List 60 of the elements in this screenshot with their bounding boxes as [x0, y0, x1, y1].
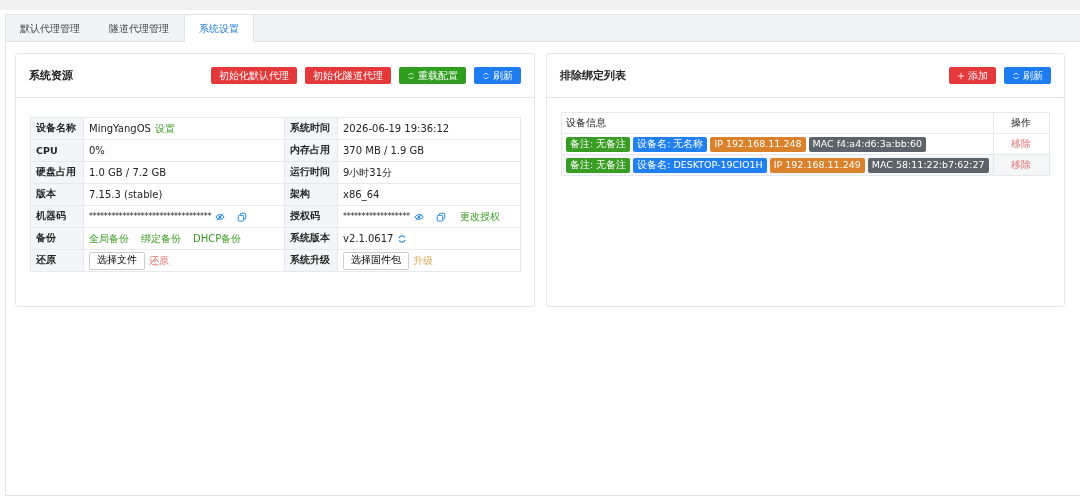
card-title: 系统资源: [29, 68, 73, 83]
column-header: 操作: [993, 112, 1050, 134]
field-label: 版本: [30, 183, 84, 206]
action-link[interactable]: 绑定备份: [141, 231, 181, 246]
action-link[interactable]: 还原: [149, 253, 169, 268]
field-value: 0%: [89, 145, 105, 156]
refresh-icon[interactable]: [397, 233, 408, 244]
action-link[interactable]: DHCP备份: [193, 231, 242, 246]
action-link[interactable]: 全局备份: [89, 231, 129, 246]
field-value: v2.1.0617: [343, 233, 394, 244]
card-title: 排除绑定列表: [560, 68, 626, 83]
copy-icon[interactable]: [237, 211, 248, 222]
file-picker-button[interactable]: 选择文件: [89, 251, 145, 270]
field-value: 7.15.3 (stable): [89, 189, 163, 200]
masked-value: *********************************: [89, 212, 212, 221]
copy-icon[interactable]: [435, 211, 446, 222]
field-value: x86_64: [343, 189, 380, 200]
field-value: 370 MB / 1.9 GB: [343, 145, 425, 156]
icon-button[interactable]: 添加: [949, 67, 996, 84]
field-label: 还原: [30, 249, 84, 272]
device-tag: 设备名: DESKTOP-19CIO1H: [633, 157, 767, 173]
field-label: 机器码: [30, 205, 84, 228]
action-button[interactable]: 初始化隧道代理: [305, 67, 391, 84]
action-link[interactable]: 设置: [154, 121, 175, 136]
tab[interactable]: 系统设置: [184, 15, 254, 42]
eye-icon[interactable]: [215, 211, 226, 222]
refresh-icon: [1012, 71, 1020, 80]
field-label: 设备名称: [30, 117, 84, 140]
field-label: 系统时间: [284, 117, 338, 140]
device-tag: IP 192.168.11.249: [769, 157, 865, 173]
action-link[interactable]: 更改授权: [459, 209, 500, 224]
device-tag: 备注: 无备注: [566, 136, 631, 152]
file-picker-button[interactable]: 选择固件包: [343, 251, 409, 270]
action-button[interactable]: 初始化默认代理: [211, 67, 297, 84]
device-tag: MAC f4:a4:d6:3a:bb:60: [808, 136, 927, 152]
field-value: MingYangOS: [89, 123, 151, 134]
device-tag: IP 192.168.11.248: [710, 136, 806, 152]
tab[interactable]: 隧道代理管理: [95, 15, 184, 42]
column-header: 设备信息: [561, 112, 994, 134]
field-value: 1.0 GB / 7.2 GB: [89, 167, 167, 178]
refresh-icon: [482, 71, 490, 80]
field-value: 9小时31分: [343, 165, 393, 180]
device-tag: 设备名: 无名称: [633, 136, 708, 152]
masked-value: ******************: [343, 212, 410, 221]
icon-button[interactable]: 刷新: [1004, 67, 1051, 84]
device-tag: MAC 58:11:22:b7:62:27: [867, 157, 989, 173]
icon-button[interactable]: 刷新: [474, 67, 521, 84]
field-value: 2026-06-19 19:36:12: [343, 123, 450, 134]
field-label: 硬盘占用: [30, 161, 84, 184]
field-label: CPU: [30, 139, 84, 162]
action-link[interactable]: 升级: [413, 253, 433, 268]
plus-icon: [957, 71, 965, 80]
remove-link[interactable]: 移除: [1011, 159, 1032, 170]
refresh-icon: [407, 71, 415, 80]
remove-link[interactable]: 移除: [1011, 138, 1032, 149]
icon-button[interactable]: 重载配置: [399, 67, 466, 84]
tab[interactable]: 默认代理管理: [6, 15, 95, 42]
device-tag: 备注: 无备注: [566, 157, 631, 173]
field-label: 备份: [30, 227, 84, 250]
eye-icon[interactable]: [413, 211, 424, 222]
